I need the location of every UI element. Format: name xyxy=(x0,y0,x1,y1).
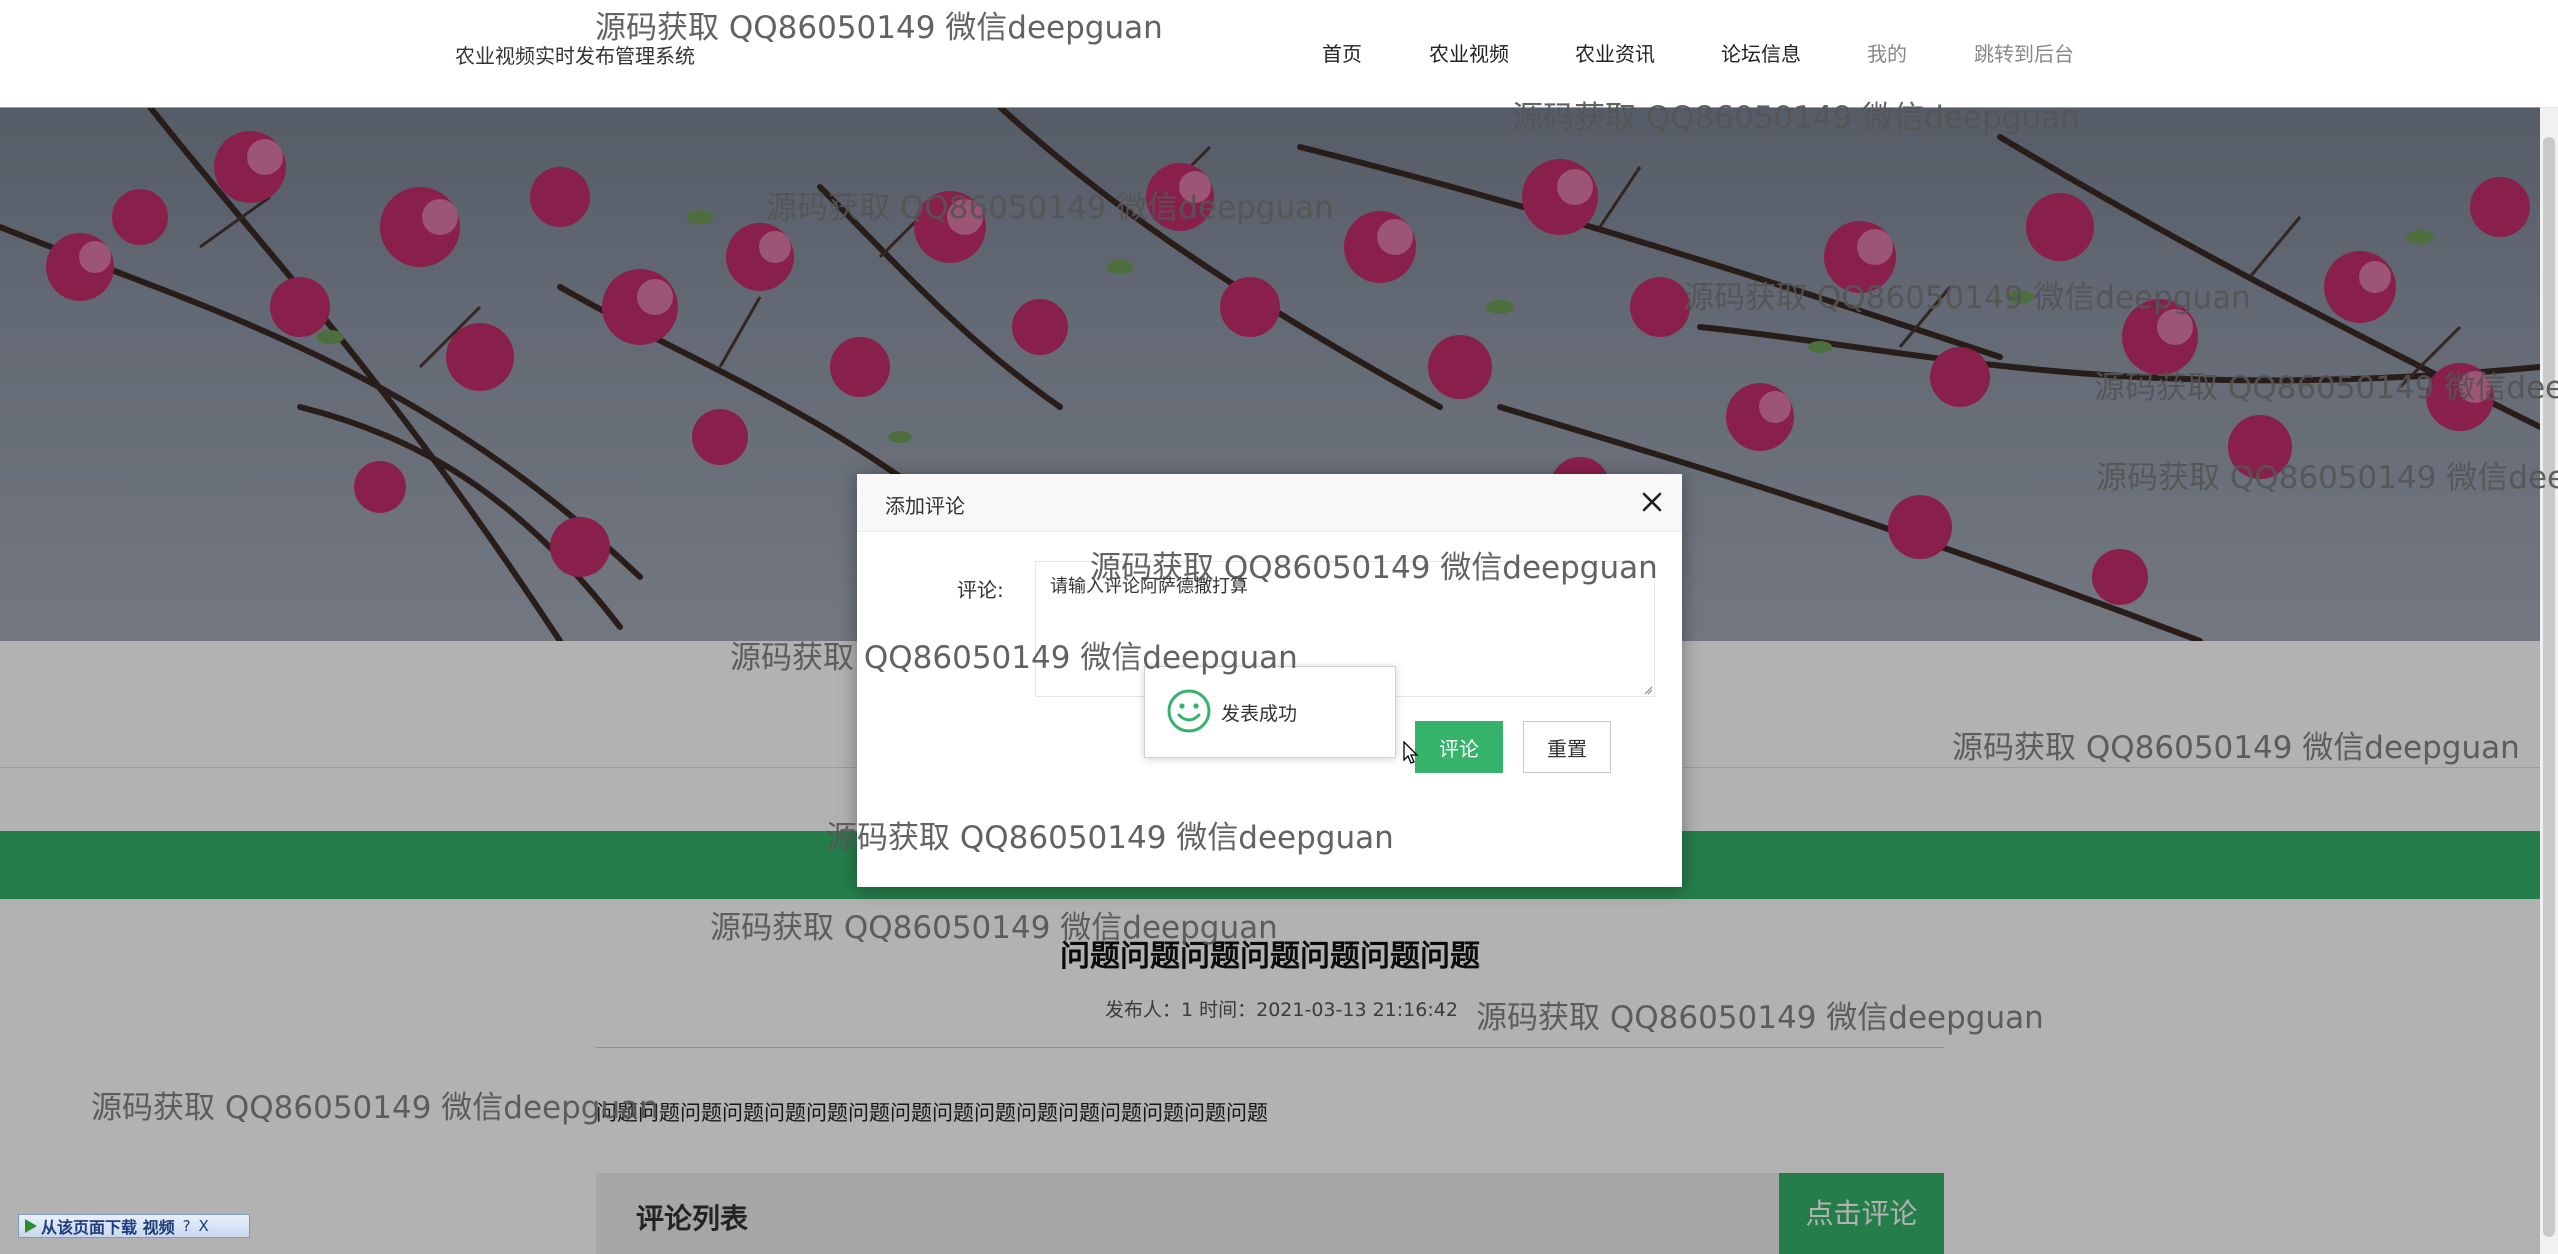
nav-admin[interactable]: 跳转到后台 xyxy=(1974,38,2074,67)
resize-grip-icon[interactable] xyxy=(1643,685,1653,695)
scrollbar-thumb[interactable] xyxy=(2543,137,2555,1237)
nav-home[interactable]: 首页 xyxy=(1322,38,1362,67)
play-icon xyxy=(25,1219,37,1233)
nav-forum[interactable]: 论坛信息 xyxy=(1721,38,1801,67)
comment-field-label: 评论: xyxy=(957,578,1004,602)
close-icon[interactable]: X xyxy=(199,1217,209,1235)
page-scrollbar[interactable] xyxy=(2540,107,2558,1254)
reset-button[interactable]: 重置 xyxy=(1523,721,1611,773)
nav-mine[interactable]: 我的 xyxy=(1867,38,1907,67)
video-download-bar[interactable]: 从该页面下载 视频 ? X xyxy=(18,1214,250,1238)
site-title: 农业视频实时发布管理系统 xyxy=(455,44,695,68)
site-header: 农业视频实时发布管理系统 首页 农业视频 农业资讯 论坛信息 我的 跳转到后台 xyxy=(0,0,2558,108)
submit-comment-button[interactable]: 评论 xyxy=(1415,721,1503,773)
mouse-cursor-icon xyxy=(1403,741,1419,764)
nav-news[interactable]: 农业资讯 xyxy=(1575,38,1655,67)
download-video-label[interactable]: 从该页面下载 视频 xyxy=(41,1214,175,1238)
dialog-header: 添加评论 xyxy=(857,474,1682,532)
dialog-title: 添加评论 xyxy=(885,494,965,518)
toast-message: 发表成功 xyxy=(1221,703,1298,725)
nav-videos[interactable]: 农业视频 xyxy=(1429,38,1509,67)
help-icon[interactable]: ? xyxy=(183,1217,191,1235)
smile-icon xyxy=(1167,689,1211,733)
close-icon[interactable] xyxy=(1638,488,1666,516)
success-toast: 发表成功 xyxy=(1144,666,1396,758)
